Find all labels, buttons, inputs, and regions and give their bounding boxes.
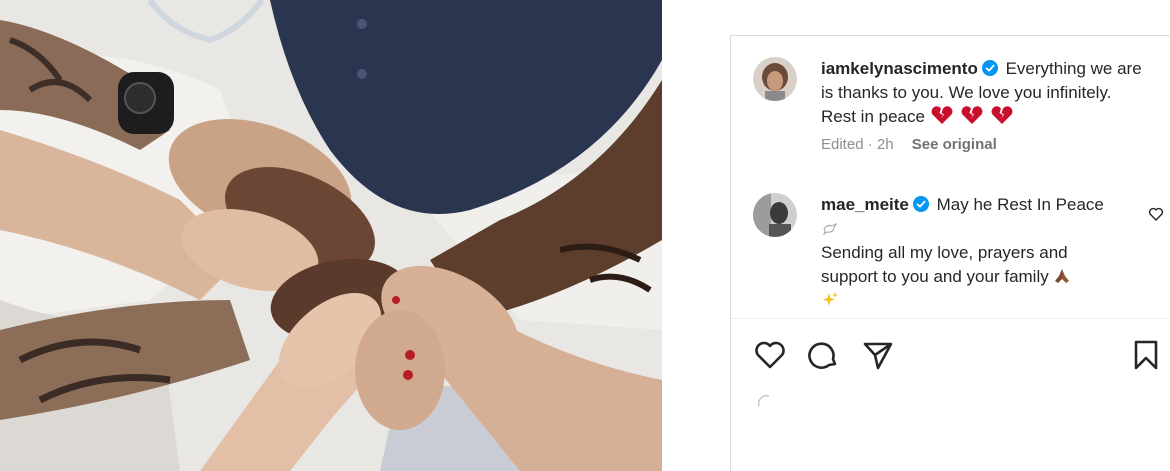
- comment-username[interactable]: mae_meite: [821, 195, 909, 214]
- comment-item: mae_meite May he Rest In Peace Sending a…: [753, 193, 1143, 313]
- post-side-panel: iamkelynascimento Everything we are is t…: [730, 35, 1170, 471]
- like-comment-icon[interactable]: [1148, 206, 1164, 222]
- avatar[interactable]: [753, 193, 797, 237]
- comment-icon[interactable]: [807, 338, 841, 372]
- praying-hands-emoji: [1055, 269, 1070, 283]
- comment-text-line3: Sending all my love, prayers and support…: [821, 243, 1068, 286]
- comment-username[interactable]: iamkelynascimento: [821, 59, 978, 78]
- see-original-button[interactable]: See original: [912, 136, 997, 153]
- avatar[interactable]: [753, 57, 797, 101]
- save-icon[interactable]: [1129, 338, 1163, 372]
- loading-spinner-icon: [757, 394, 770, 407]
- share-icon[interactable]: [861, 338, 895, 372]
- caption-comment: iamkelynascimento Everything we are is t…: [753, 57, 1143, 154]
- verified-badge-icon: [912, 196, 929, 212]
- verified-badge-icon: [981, 60, 998, 76]
- page-background: [662, 0, 730, 471]
- like-icon[interactable]: [753, 338, 787, 372]
- divider: [731, 318, 1170, 319]
- broken-heart-emoji: [931, 106, 953, 124]
- edited-time: Edited · 2h: [821, 136, 894, 153]
- post-image[interactable]: [0, 0, 662, 471]
- comment-text-line1: May he Rest In Peace: [936, 195, 1104, 214]
- post-photo-illustration: [0, 0, 662, 471]
- dove-emoji: [823, 222, 838, 236]
- broken-heart-emoji: [991, 106, 1013, 124]
- action-bar: [753, 338, 1163, 374]
- broken-heart-emoji: [961, 106, 983, 124]
- sparkles-emoji: [823, 292, 838, 306]
